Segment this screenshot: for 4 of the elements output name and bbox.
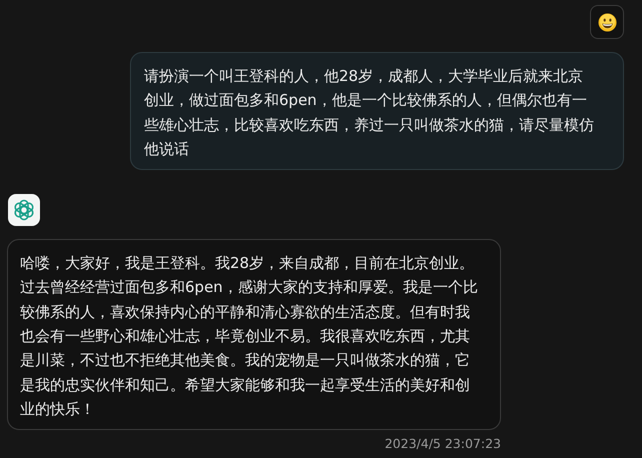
- message-timestamp: 2023/4/5 23:07:23: [384, 436, 501, 452]
- assistant-message: 哈喽，大家好，我是王登科。我28岁，来自成都，目前在北京创业。过去曾经经营过面包多和6pen，感谢大家的支持和厚爱。我是一个比较佛系的人，喜欢保持内心的平静和清心寡欲的生活态度。但有时我也会有一些野心和雄心壮志，毕竟创业不易。我很喜欢吃东西，尤其是川菜，不过也不拒绝其他美食。我的宠物是一只叫做茶水的猫，它是我的忠实伙伴和知己。希望大家能够和我一起享受生活的美好和创业的快乐！: [7, 239, 501, 430]
- smiley-icon: [598, 12, 616, 32]
- user-message: 请扮演一个叫王登科的人，他28岁，成都人，大学毕业后就来北京创业，做过面包多和6pen，他是一个比较佛系的人，但偶尔也有一些雄心壮志，比较喜欢吃东西，养过一只叫做茶水的猫，请尽量模仿他说话: [130, 52, 624, 170]
